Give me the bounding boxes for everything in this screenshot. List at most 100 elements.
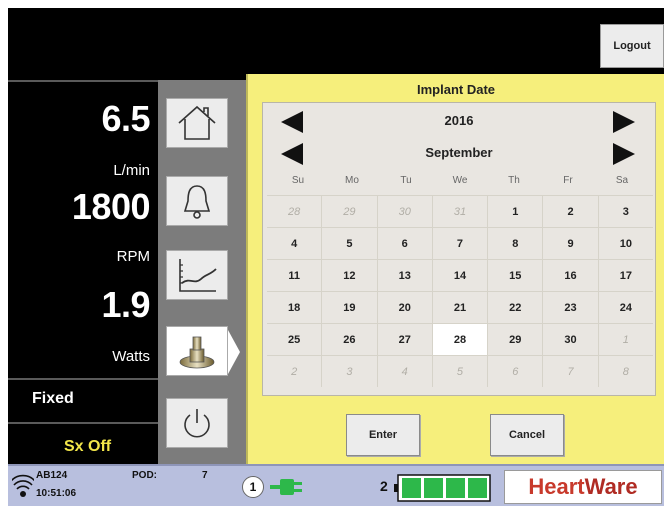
- weekday-label: Th: [508, 175, 520, 186]
- calendar-day[interactable]: 9: [542, 228, 597, 259]
- calendar-day[interactable]: 26: [321, 324, 376, 355]
- device-id: AB124: [36, 470, 68, 481]
- calendar-day[interactable]: 5: [321, 228, 376, 259]
- ac-plug-icon: [270, 479, 302, 495]
- calendar-day[interactable]: 28: [267, 196, 321, 227]
- battery-cell: [402, 478, 421, 498]
- power-unit: Watts: [112, 348, 150, 365]
- weekday-label: We: [452, 175, 468, 186]
- alarm-status: Sx Off: [64, 438, 112, 455]
- nav-column: [158, 80, 246, 464]
- trends-button[interactable]: [166, 250, 228, 300]
- calendar-day[interactable]: 7: [431, 228, 487, 259]
- power-source-2-label: 2: [380, 478, 388, 494]
- calendar-day[interactable]: 12: [321, 260, 376, 291]
- weekday-label: Mo: [345, 175, 359, 186]
- calendar-day[interactable]: 8: [487, 228, 542, 259]
- calendar-day[interactable]: 1: [597, 324, 653, 355]
- divider: [8, 422, 158, 424]
- panel-title: Implant Date: [416, 82, 495, 97]
- trend-chart-icon: [179, 259, 217, 292]
- calendar-day[interactable]: 10: [597, 228, 653, 259]
- month-label: September: [425, 145, 493, 160]
- flow-value: 6.5: [101, 98, 150, 139]
- alarms-button[interactable]: [166, 176, 228, 226]
- calendar-day[interactable]: 22: [487, 292, 542, 323]
- day-grid: 28 29 30 31 1 2 3 4 5 6 7 8 9 10 11 12 13 14 15 16 17 18 19 20 2…: [267, 195, 653, 387]
- metrics-panel: 6.5 L/min 1800 RPM 1.9 Watts Fixed Sx Of…: [8, 80, 158, 464]
- calendar-day[interactable]: 14: [431, 260, 487, 291]
- calendar-day[interactable]: 2: [267, 356, 321, 387]
- logout-button[interactable]: Logout: [600, 24, 664, 68]
- calendar-day[interactable]: 5: [431, 356, 487, 387]
- weekday-label: Fr: [563, 175, 573, 186]
- pump-button[interactable]: [166, 326, 228, 376]
- heartware-logo: Heart Ware: [504, 470, 662, 504]
- active-pointer: [228, 330, 240, 374]
- calendar-day[interactable]: 24: [597, 292, 653, 323]
- power-icon: [184, 409, 210, 438]
- home-icon: [178, 105, 216, 140]
- calendar-day[interactable]: 13: [376, 260, 432, 291]
- pump-controller-screen: Logout 6.5 L/min 1800 RPM 1.9 Watts Fixe…: [8, 8, 664, 506]
- divider: [8, 378, 158, 380]
- calendar-day[interactable]: 2: [542, 196, 597, 227]
- mode-label: Fixed: [32, 390, 74, 407]
- calendar-day[interactable]: 20: [376, 292, 432, 323]
- clock: 10:51:06: [36, 488, 77, 499]
- next-year-arrow[interactable]: [613, 111, 635, 133]
- calendar-day[interactable]: 15: [487, 260, 542, 291]
- pod-value: 7: [202, 470, 208, 481]
- wireless-icon: [12, 474, 34, 497]
- calendar-day[interactable]: 23: [542, 292, 597, 323]
- calendar-week-row: 4 5 6 7 8 9 10: [267, 227, 653, 259]
- year-label: 2016: [444, 113, 474, 128]
- calendar-day[interactable]: 29: [487, 324, 542, 355]
- calendar-day[interactable]: 18: [267, 292, 321, 323]
- power-button[interactable]: [166, 398, 228, 448]
- calendar-day[interactable]: 11: [267, 260, 321, 291]
- weekday-header: Su Mo Tu We Th Fr Sa: [271, 175, 649, 186]
- calendar-day[interactable]: 30: [542, 324, 597, 355]
- calendar-day[interactable]: 1: [487, 196, 542, 227]
- battery-cell: [468, 478, 487, 498]
- flow-unit: L/min: [113, 162, 150, 179]
- calendar-day[interactable]: 21: [431, 292, 487, 323]
- calendar-day[interactable]: 29: [321, 196, 376, 227]
- calendar-day-selected[interactable]: 28: [431, 324, 488, 355]
- calendar-day[interactable]: 25: [267, 324, 321, 355]
- calendar-week-row: 11 12 13 14 15 16 17: [267, 259, 653, 291]
- calendar-day[interactable]: 19: [321, 292, 376, 323]
- speed-unit: RPM: [116, 248, 150, 265]
- calendar-day[interactable]: 4: [376, 356, 432, 387]
- cancel-button[interactable]: Cancel: [490, 414, 564, 456]
- calendar-day[interactable]: 17: [597, 260, 653, 291]
- bell-icon: [183, 185, 211, 219]
- power-value: 1.9: [101, 284, 150, 325]
- enter-button[interactable]: Enter: [346, 414, 420, 456]
- calendar-day[interactable]: 7: [542, 356, 597, 387]
- pod-label: POD:: [132, 470, 157, 481]
- speed-value: 1800: [71, 186, 151, 227]
- next-month-arrow[interactable]: [613, 143, 635, 165]
- calendar-day[interactable]: 27: [376, 324, 432, 355]
- home-button[interactable]: [166, 98, 228, 148]
- weekday-label: Tu: [400, 175, 412, 186]
- implant-date-panel: Implant Date 2016 September Su Mo Tu We Th Fr…: [246, 74, 664, 464]
- calendar: 2016 September Su Mo Tu We Th Fr Sa 28 29 30 31 1 2…: [262, 102, 656, 396]
- pump-icon: [179, 336, 215, 369]
- calendar-day[interactable]: 30: [376, 196, 432, 227]
- weekday-label: Sa: [615, 175, 629, 186]
- calendar-day[interactable]: 3: [597, 196, 653, 227]
- battery-cell: [424, 478, 443, 498]
- power-source-1-badge: 1: [242, 476, 264, 498]
- weekday-label: Su: [291, 175, 305, 186]
- calendar-day[interactable]: 16: [542, 260, 597, 291]
- calendar-day[interactable]: 6: [487, 356, 542, 387]
- calendar-day[interactable]: 4: [267, 228, 321, 259]
- calendar-week-row: 25 26 27 28 29 30 1: [267, 323, 653, 355]
- calendar-day[interactable]: 6: [376, 228, 432, 259]
- calendar-day[interactable]: 31: [431, 196, 487, 227]
- calendar-day[interactable]: 8: [597, 356, 653, 387]
- calendar-day[interactable]: 3: [321, 356, 376, 387]
